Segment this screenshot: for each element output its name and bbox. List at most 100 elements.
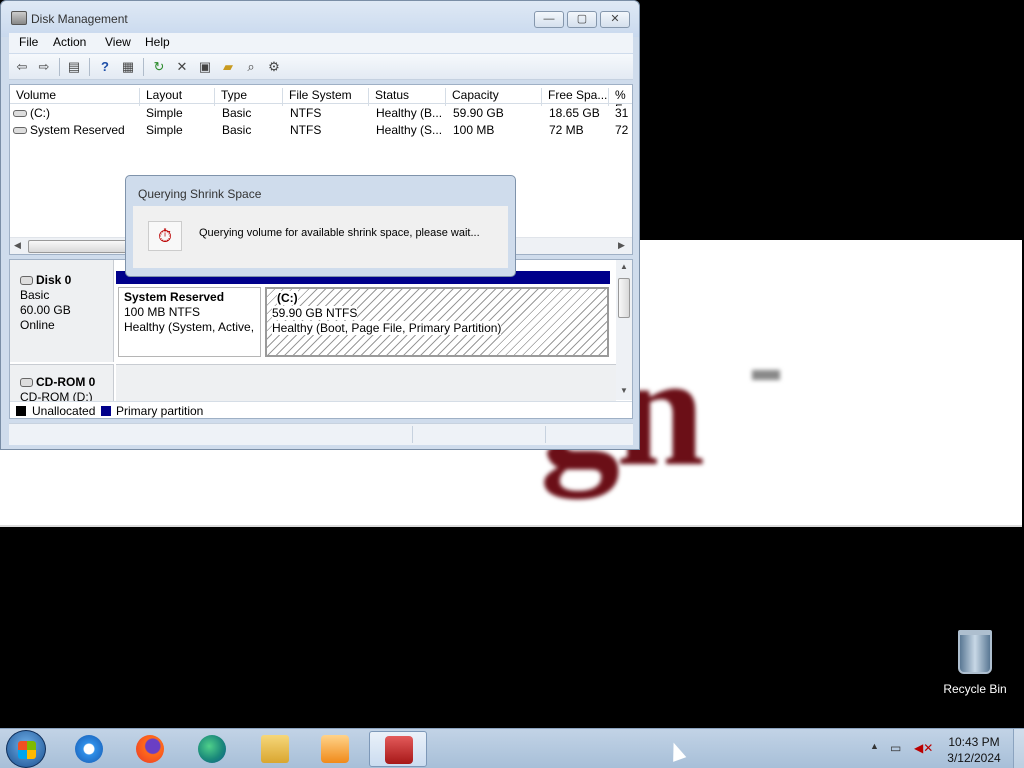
window-title: Disk Management: [31, 12, 128, 26]
cd-drive-icon: [20, 378, 33, 388]
show-hidden-icons-icon[interactable]: ▲: [870, 741, 879, 751]
taskbar-disk-management[interactable]: [369, 731, 427, 767]
dialog-message: Querying volume for available shrink spa…: [199, 227, 480, 239]
minimize-button[interactable]: —: [534, 11, 564, 28]
scroll-left-icon[interactable]: ◀: [14, 240, 21, 251]
clock-icon: ⏱: [148, 221, 182, 251]
partition-system-reserved[interactable]: System Reserved 100 MB NTFS Healthy (Sys…: [118, 287, 261, 357]
edge-icon: [198, 735, 226, 763]
disk-icon[interactable]: ▣: [196, 58, 214, 76]
drive-icon: [13, 127, 27, 135]
toolbar-separator: [59, 58, 60, 76]
free-space-cell: 72 MB: [549, 123, 584, 137]
scrollbar-thumb[interactable]: [28, 240, 128, 253]
cdrom-area: [116, 364, 616, 401]
column-layout[interactable]: Layout: [140, 88, 215, 106]
toolbar-separator: [89, 58, 90, 76]
scroll-up-icon[interactable]: ▲: [620, 262, 628, 271]
volume-cell: (C:): [13, 106, 50, 120]
open-icon[interactable]: ▰: [219, 58, 237, 76]
recycle-bin-label: Recycle Bin: [943, 682, 1007, 696]
disk-0-label[interactable]: Disk 0 Basic 60.00 GB Online: [10, 260, 114, 362]
volume-muted-icon[interactable]: ◀✕: [914, 741, 933, 755]
settings-icon[interactable]: ⚙: [265, 58, 283, 76]
column-file-system[interactable]: File System: [283, 88, 369, 106]
status-divider: [545, 426, 546, 443]
taskbar-firefox[interactable]: [121, 731, 179, 767]
partition-c-drive[interactable]: (C:) 59.90 GB NTFS Healthy (Boot, Page F…: [265, 287, 609, 357]
scroll-right-icon[interactable]: ▶: [618, 240, 625, 251]
firefox-icon: [136, 735, 164, 763]
partition-status: Healthy (Boot, Page File, Primary Partit…: [272, 321, 502, 335]
legend: Unallocated Primary partition: [10, 401, 632, 418]
cdrom-0-label[interactable]: CD-ROM 0 CD-ROM (D:): [10, 364, 114, 404]
help-icon[interactable]: ?: [96, 58, 114, 76]
title-bar[interactable]: Disk Management — ▢ ✕: [1, 1, 639, 37]
column-status[interactable]: Status: [369, 88, 446, 106]
partition-name: (C:): [277, 291, 298, 305]
menu-bar: File Action View Help: [9, 33, 633, 53]
windows-logo-icon: [18, 741, 36, 759]
menu-file[interactable]: File: [19, 35, 38, 49]
status-cell: Healthy (B...: [376, 106, 443, 120]
legend-unallocated: Unallocated: [32, 404, 96, 418]
column-volume[interactable]: Volume: [10, 88, 140, 106]
partition-fs: 59.90 GB NTFS: [272, 306, 358, 320]
file-system-cell: NTFS: [290, 106, 322, 120]
type-cell: Basic: [222, 123, 252, 137]
taskbar-internet-explorer[interactable]: [60, 731, 118, 767]
refresh-icon[interactable]: ↻: [150, 58, 168, 76]
show-desktop-button[interactable]: [1013, 729, 1024, 768]
file-system-cell: NTFS: [290, 123, 322, 137]
legend-swatch-unallocated: [16, 406, 26, 416]
toolbar-separator: [143, 58, 144, 76]
disk-graphical-view: Disk 0 Basic 60.00 GB Online System Rese…: [9, 259, 633, 419]
scroll-down-icon[interactable]: ▼: [620, 386, 628, 395]
console-tree-icon[interactable]: ▤: [65, 58, 83, 76]
partition-status: Healthy (System, Active,: [124, 320, 255, 334]
column-free-space[interactable]: Free Spa...: [542, 88, 609, 106]
back-arrow-icon[interactable]: ⇦: [13, 58, 31, 76]
capacity-cell: 59.90 GB: [453, 106, 504, 120]
free-space-cell: 18.65 GB: [549, 106, 600, 120]
menu-help[interactable]: Help: [145, 35, 170, 49]
menu-view[interactable]: View: [105, 35, 131, 49]
toolbar: ⇦ ⇨ ▤ ? ▦ ↻ ✕ ▣ ▰ ⌕ ⚙: [9, 54, 633, 80]
volume-cell: System Reserved: [13, 123, 125, 137]
properties-icon[interactable]: ▦: [119, 58, 137, 76]
menu-action[interactable]: Action: [53, 35, 86, 49]
recycle-bin[interactable]: Recycle Bin: [940, 630, 1010, 696]
start-button[interactable]: [6, 730, 46, 768]
partition-name: System Reserved: [124, 290, 225, 304]
media-player-icon: [321, 735, 349, 763]
disk-management-icon: [11, 11, 27, 25]
network-icon[interactable]: ▭: [890, 741, 901, 755]
column-type[interactable]: Type: [215, 88, 283, 106]
column-percent-free[interactable]: % F: [609, 88, 632, 106]
search-icon[interactable]: ⌕: [242, 58, 260, 76]
scrollbar-thumb[interactable]: [618, 278, 630, 318]
taskbar: ▲ ▭ ◀✕ 10:43 PM 3/12/2024: [0, 728, 1024, 768]
disk-state: Online: [20, 318, 55, 332]
clock[interactable]: 10:43 PM 3/12/2024: [938, 734, 1010, 766]
drive-icon: [13, 110, 27, 118]
partition-fs: 100 MB NTFS: [124, 305, 201, 319]
close-button[interactable]: ✕: [600, 11, 630, 28]
disk-type: Basic: [20, 288, 50, 302]
percent-free-cell: 72: [615, 123, 629, 137]
taskbar-file-explorer[interactable]: [246, 731, 304, 767]
table-row[interactable]: (C:) Simple Basic NTFS Healthy (B... 59.…: [10, 105, 632, 122]
status-cell: Healthy (S...: [376, 123, 443, 137]
disk-name: Disk 0: [10, 273, 113, 288]
delete-icon[interactable]: ✕: [173, 58, 191, 76]
table-row[interactable]: System Reserved Simple Basic NTFS Health…: [10, 122, 632, 139]
taskbar-edge[interactable]: [183, 731, 241, 767]
legend-primary-partition: Primary partition: [116, 404, 204, 418]
vertical-scrollbar[interactable]: ▲ ▼: [616, 260, 632, 400]
forward-arrow-icon[interactable]: ⇨: [35, 58, 53, 76]
volume-list-header: Volume Layout Type File System Status Ca…: [10, 85, 632, 106]
status-divider: [412, 426, 413, 443]
column-capacity[interactable]: Capacity: [446, 88, 542, 106]
maximize-button[interactable]: ▢: [567, 11, 597, 28]
taskbar-media-player[interactable]: [306, 731, 364, 767]
